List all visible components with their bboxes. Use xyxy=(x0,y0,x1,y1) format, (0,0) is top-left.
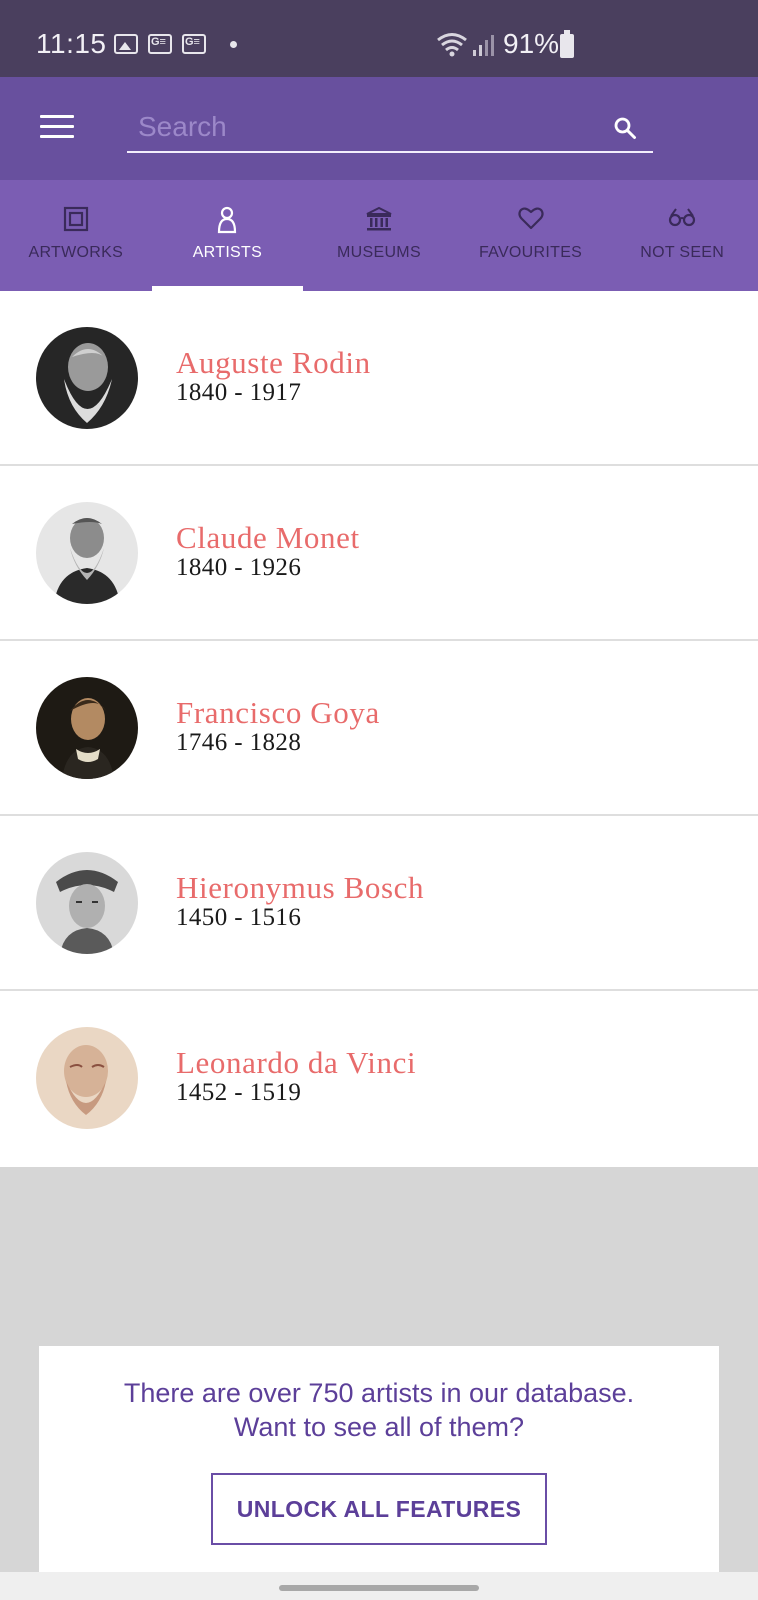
artist-years: 1840 - 1917 xyxy=(176,379,302,406)
notification-dot-icon xyxy=(230,40,237,48)
tab-label: NOT SEEN xyxy=(640,244,725,261)
system-nav-bar xyxy=(0,1572,758,1600)
artist-name: Hieronymus Bosch xyxy=(176,870,425,905)
tab-museums[interactable]: MUSEUMS xyxy=(303,180,455,291)
artist-list: Auguste Rodin 1840 - 1917 Claude Monet 1… xyxy=(0,291,758,1167)
list-item[interactable]: Auguste Rodin 1840 - 1917 xyxy=(0,291,758,466)
tab-artists[interactable]: ARTISTS xyxy=(151,180,304,291)
tab-label: FAVOURITES xyxy=(478,244,583,261)
search-bar xyxy=(127,103,653,153)
tab-label: MUSEUMS xyxy=(337,244,421,261)
search-input[interactable] xyxy=(127,103,597,151)
search-icon[interactable] xyxy=(613,116,637,140)
upgrade-message: There are over 750 artists in our databa… xyxy=(39,1376,719,1444)
battery-percent: 91% xyxy=(503,28,560,59)
status-time: 11:15 xyxy=(36,28,107,59)
upgrade-message-line: There are over 750 artists in our databa… xyxy=(123,1378,635,1408)
google-news-icon xyxy=(182,34,206,54)
heart-icon xyxy=(517,207,544,230)
artist-name: Auguste Rodin xyxy=(176,345,371,380)
menu-icon[interactable] xyxy=(40,115,74,139)
artist-years: 1450 - 1516 xyxy=(176,904,302,931)
tab-label: ARTISTS xyxy=(192,244,263,261)
wifi-icon xyxy=(437,33,467,57)
tab-bar: ARTWORKS ARTISTS MUSEUMS FAVOURITES NOT … xyxy=(0,180,758,291)
avatar xyxy=(36,327,138,429)
list-item[interactable]: Leonardo da Vinci 1452 - 1519 xyxy=(0,991,758,1167)
tab-not-seen[interactable]: NOT SEEN xyxy=(606,180,758,291)
artist-name: Leonardo da Vinci xyxy=(176,1045,417,1080)
museum-icon xyxy=(366,206,392,231)
google-news-icon xyxy=(148,34,172,54)
avatar xyxy=(36,1027,138,1129)
avatar xyxy=(36,677,138,779)
avatar xyxy=(36,502,138,604)
list-item[interactable]: Francisco Goya 1746 - 1828 xyxy=(0,641,758,816)
gallery-icon xyxy=(114,34,138,54)
tab-artworks[interactable]: ARTWORKS xyxy=(0,180,152,291)
unlock-all-features-button[interactable]: UNLOCK ALL FEATURES xyxy=(211,1473,547,1545)
signal-icon xyxy=(473,35,494,56)
status-bar: 11:15 91% xyxy=(0,0,758,77)
list-item[interactable]: Hieronymus Bosch 1450 - 1516 xyxy=(0,816,758,991)
list-item[interactable]: Claude Monet 1840 - 1926 xyxy=(0,466,758,641)
artist-name: Claude Monet xyxy=(176,520,360,555)
battery-icon xyxy=(560,30,574,58)
upgrade-message-line: Want to see all of them? xyxy=(233,1412,525,1442)
tab-label: ARTWORKS xyxy=(28,244,124,261)
person-icon xyxy=(218,206,237,234)
glasses-icon xyxy=(669,208,696,227)
status-notification-icons xyxy=(114,34,237,54)
artist-name: Francisco Goya xyxy=(176,695,380,730)
artist-years: 1452 - 1519 xyxy=(176,1079,302,1106)
artist-years: 1746 - 1828 xyxy=(176,729,302,756)
frame-icon xyxy=(63,206,88,232)
avatar xyxy=(36,852,138,954)
tab-favourites[interactable]: FAVOURITES xyxy=(455,180,607,291)
artist-years: 1840 - 1926 xyxy=(176,554,302,581)
app-bar xyxy=(0,77,758,180)
upgrade-card: There are over 750 artists in our databa… xyxy=(39,1346,719,1572)
home-indicator[interactable] xyxy=(279,1585,479,1591)
